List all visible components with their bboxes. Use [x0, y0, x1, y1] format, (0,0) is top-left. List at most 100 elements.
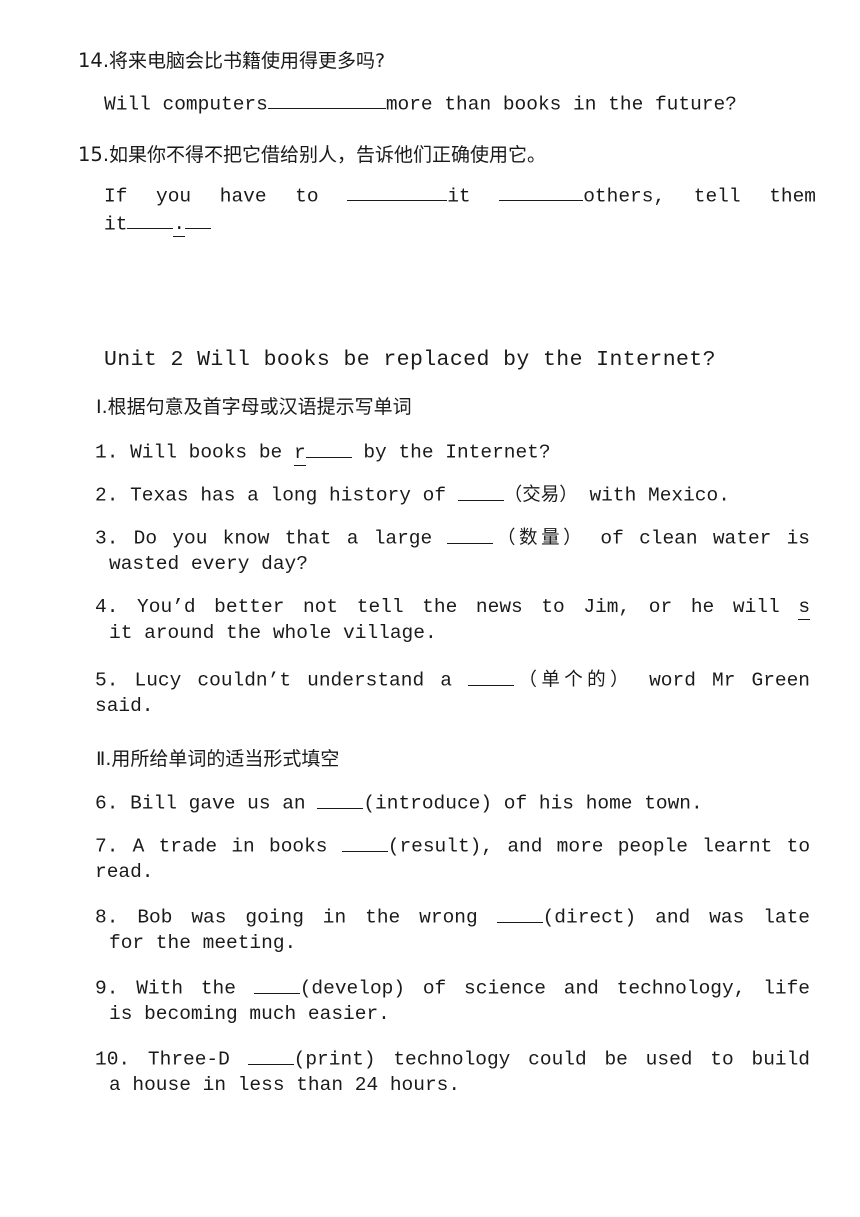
exercise-3-number: 3.	[95, 527, 119, 550]
exercise-4-hint-letter: s	[798, 596, 811, 620]
exercise-item-8: 8. Bob was going in the wrong (direct) a…	[95, 903, 810, 957]
exercise-2-hint-chinese: （交易）	[503, 484, 578, 506]
exercise-8-line2: for the meeting.	[109, 932, 297, 955]
answer-blank[interactable]	[305, 438, 352, 458]
exercise-7-text-a: A trade in books	[132, 835, 342, 858]
exercise-9-line2: is becoming much easier.	[109, 1003, 390, 1026]
answer-blank[interactable]	[185, 210, 212, 230]
exercise-9-hint-en: (develop)	[299, 977, 406, 1000]
question-15-english-line1: If you have to it others, tell them	[104, 182, 816, 210]
answer-blank[interactable]	[127, 210, 174, 230]
exercise-3-text-a: Do you know that a large	[133, 527, 448, 550]
exercise-6-hint-en: (introduce)	[363, 792, 493, 815]
exercise-1-text-a: Will books be	[130, 441, 294, 464]
exercise-5-hint-chinese: （单个的）	[514, 669, 633, 691]
exercise-5-text-b: word Mr Green	[632, 669, 811, 692]
worksheet-page: 14.将来电脑会比书籍使用得更多吗? Will computers more th…	[0, 0, 860, 1217]
exercise-8-line1: 8. Bob was going in the wrong (direct) a…	[95, 903, 810, 931]
exercise-4-line1: 4. You’d better not tell the news to Jim…	[95, 595, 811, 621]
exercise-1-number: 1.	[95, 441, 119, 464]
exercise-6-text-a: Bill gave us an	[130, 792, 318, 815]
question-15-seg3: others, tell them	[583, 185, 817, 208]
exercise-9-number: 9.	[95, 977, 119, 1000]
exercise-7-line1: 7. A trade in books (result), and more p…	[95, 832, 810, 860]
exercise-8-hint-en: (direct)	[542, 906, 637, 929]
exercise-item-2: 2. Texas has a long history of （交易） with…	[95, 481, 810, 509]
section-heading-2: Ⅱ.用所给单词的适当形式填空	[96, 748, 340, 770]
exercise-7-number: 7.	[95, 835, 119, 858]
exercise-5-number: 5.	[95, 669, 119, 692]
exercise-10-line2: a house in less than 24 hours.	[109, 1074, 461, 1097]
answer-blank[interactable]	[267, 90, 386, 110]
exercise-8-text-b: and was late	[636, 906, 810, 929]
answer-blank[interactable]	[496, 903, 543, 923]
question-15-chinese-text: 如果你不得不把它借给别人，告诉他们正确使用它。	[109, 144, 547, 166]
exercise-7-hint-en: (result),	[387, 835, 494, 858]
answer-blank[interactable]	[347, 182, 448, 202]
exercise-item-3: 3. Do you know that a large （数量） of clea…	[95, 524, 810, 578]
exercise-item-10: 10. Three-D (print) technology could be …	[95, 1045, 810, 1099]
answer-blank[interactable]	[468, 666, 515, 686]
question-14-number: 14.	[78, 49, 110, 72]
answer-blank[interactable]	[457, 481, 504, 501]
exercise-5-text-a: Lucy couldn’t understand a	[134, 669, 469, 692]
question-15-chinese: 15.如果你不得不把它借给别人，告诉他们正确使用它。	[78, 142, 818, 168]
question-15-english-line2: it.	[104, 210, 818, 238]
question-14-chinese: 14.将来电脑会比书籍使用得更多吗?	[78, 48, 818, 74]
answer-blank[interactable]	[317, 789, 364, 809]
exercise-3-text-b: of clean water is	[585, 527, 810, 550]
question-15-line2-pre: it	[104, 213, 128, 236]
exercise-1-line1: 1. Will books be r by the Internet?	[95, 438, 810, 466]
exercise-item-4: 4. You’d better not tell the news to Jim…	[95, 595, 811, 646]
exercise-6-text-b: of his home town.	[492, 792, 703, 815]
exercise-3-line2: wasted every day?	[109, 553, 308, 576]
question-15-seg1: If you have to	[104, 185, 348, 208]
exercise-4-text-a: You’d better not tell the news to Jim, o…	[137, 596, 799, 618]
exercise-2-line1: 2. Texas has a long history of （交易） with…	[95, 481, 810, 509]
exercise-1-text-b: by the Internet?	[351, 441, 551, 464]
exercise-8-text-a: Bob was going in the wrong	[137, 906, 497, 929]
exercise-item-1: 1. Will books be r by the Internet?	[95, 438, 810, 466]
exercise-10-line1: 10. Three-D (print) technology could be …	[95, 1045, 810, 1073]
exercise-1-hint-letter: r	[293, 441, 306, 466]
exercise-6-number: 6.	[95, 792, 119, 815]
exercise-9-line1: 9. With the (develop) of science and tec…	[95, 974, 810, 1002]
question-15-seg2: it	[447, 185, 500, 208]
exercise-2-text-a: Texas has a long history of	[130, 484, 458, 507]
exercise-10-text-a: Three-D	[147, 1048, 248, 1071]
exercise-10-hint-en: (print)	[293, 1048, 376, 1071]
question-14-english-post: more than books in the future?	[385, 93, 737, 116]
unit-title: Unit 2 Will books be replaced by the Int…	[104, 348, 716, 372]
section-heading-1: Ⅰ.根据句意及首字母或汉语提示写单词	[96, 396, 412, 418]
answer-blank[interactable]	[247, 1045, 294, 1065]
exercise-9-text-a: With the	[136, 977, 254, 1000]
exercise-10-number: 10.	[95, 1048, 131, 1071]
exercise-4-line2: it around the whole village.	[109, 621, 437, 644]
exercise-6-line1: 6. Bill gave us an (introduce) of his ho…	[95, 789, 810, 817]
exercise-7-text-b: and more people learnt to	[493, 835, 811, 858]
answer-blank[interactable]	[447, 524, 494, 544]
answer-blank[interactable]	[253, 974, 300, 994]
question-item-15: 15.如果你不得不把它借给别人，告诉他们正确使用它。 If you have t…	[78, 142, 818, 238]
exercise-item-7: 7. A trade in books (result), and more p…	[95, 832, 810, 886]
question-15-number: 15.	[78, 143, 110, 166]
answer-blank[interactable]	[341, 832, 388, 852]
answer-blank[interactable]	[499, 182, 584, 202]
exercise-5-line1: 5. Lucy couldn’t understand a （单个的） word…	[95, 666, 810, 694]
question-item-14: 14.将来电脑会比书籍使用得更多吗? Will computers more th…	[78, 48, 818, 118]
exercise-3-hint-chinese: （数量）	[493, 527, 586, 549]
exercise-4-number: 4.	[95, 596, 119, 618]
question-14-english-pre: Will computers	[104, 93, 268, 116]
exercise-item-6: 6. Bill gave us an (introduce) of his ho…	[95, 789, 810, 817]
exercise-2-number: 2.	[95, 484, 119, 507]
exercise-5-line2: said.	[95, 695, 154, 718]
exercise-2-text-b: with Mexico.	[577, 484, 730, 507]
exercise-7-line2: read.	[95, 861, 154, 884]
exercise-10-text-b: technology could be used to build	[375, 1048, 811, 1071]
exercise-8-number: 8.	[95, 906, 119, 929]
exercise-9-text-b: of science and technology, life	[405, 977, 811, 1000]
question-15-line2-post: .	[173, 213, 186, 238]
question-14-english: Will computers more than books in the fut…	[104, 90, 818, 118]
exercise-3-line1: 3. Do you know that a large （数量） of clea…	[95, 524, 810, 552]
exercise-item-9: 9. With the (develop) of science and tec…	[95, 974, 810, 1028]
